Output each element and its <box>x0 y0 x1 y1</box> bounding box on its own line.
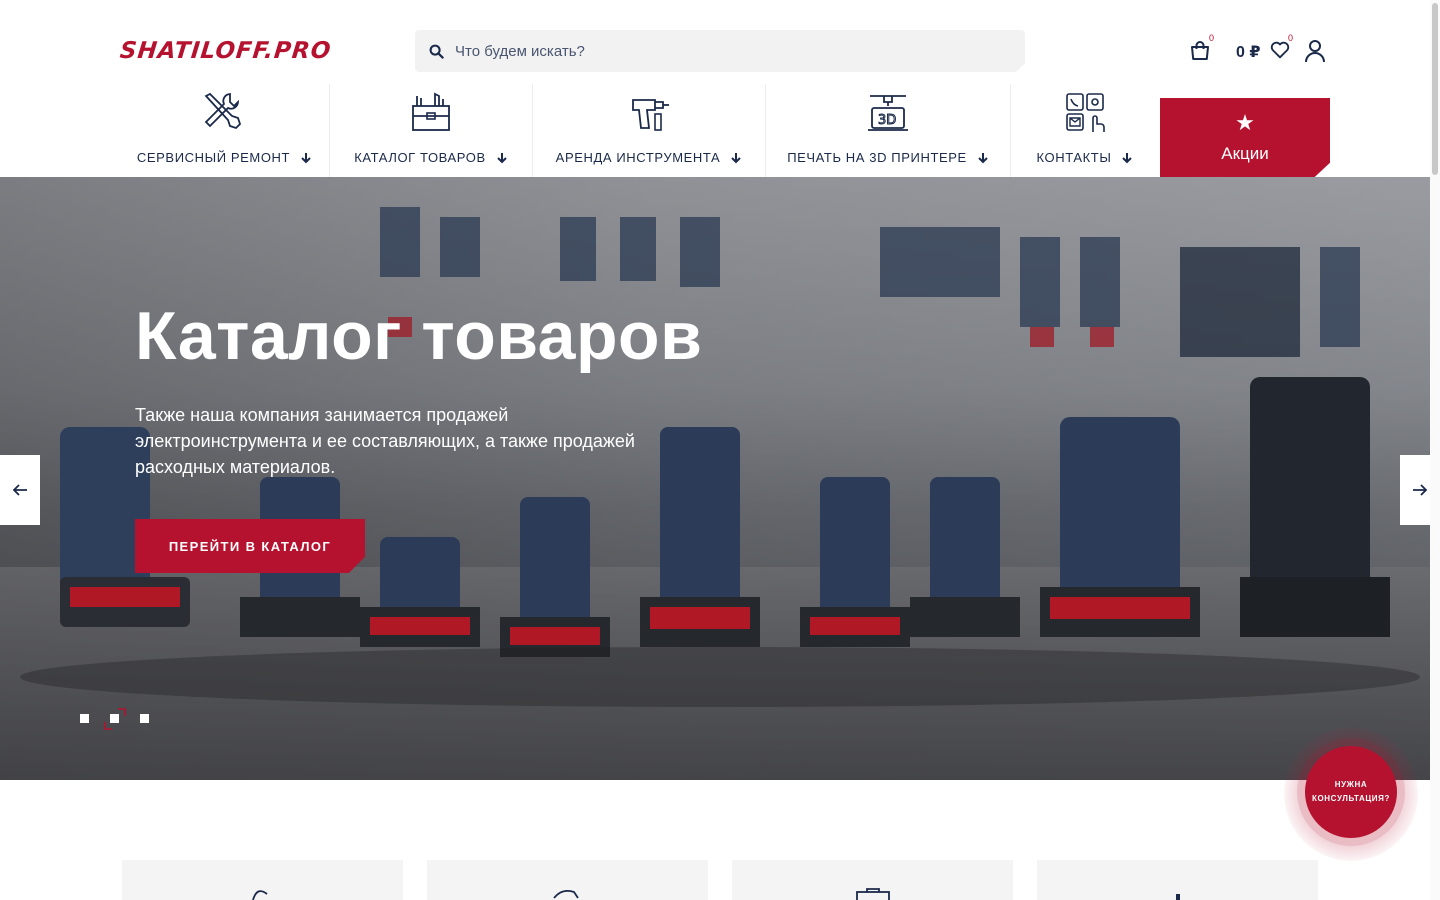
contacts-icon <box>1066 93 1105 132</box>
nav-label: СЕРВИСНЫЙ РЕМОНТ <box>137 150 312 165</box>
search-bar[interactable] <box>415 30 1025 72</box>
nav-item-service-repair[interactable]: СЕРВИСНЫЙ РЕМОНТ <box>120 84 329 177</box>
nav-item-3d-print[interactable]: 3D ПЕЧАТЬ НА 3D ПРИНТЕРЕ <box>766 84 1010 177</box>
arrow-down-icon <box>731 152 742 163</box>
nav-item-rental[interactable]: АРЕНДА ИНСТРУМЕНТА <box>533 84 765 177</box>
category-cards <box>0 860 1440 900</box>
site-header: SHATILOFF.PRO 0 0 ₽ 0 СЕРВИСНЫЙ РЕМОНТ К… <box>0 0 1440 177</box>
search-icon <box>429 44 444 59</box>
arrow-down-icon <box>301 152 311 163</box>
star-icon: ★ <box>1235 109 1255 135</box>
nav-label: КОНТАКТЫ <box>1037 150 1134 165</box>
main-nav: СЕРВИСНЫЙ РЕМОНТ КАТАЛОГ ТОВАРОВ АРЕНДА … <box>120 84 1330 177</box>
slider-dot[interactable] <box>140 714 149 723</box>
logo-text: SHATILOFF.PRO <box>118 38 333 64</box>
3d-printer-icon: 3D <box>868 95 908 131</box>
nav-label: КАТАЛОГ ТОВАРОВ <box>354 150 508 165</box>
category-icon <box>251 890 268 900</box>
go-to-catalog-button[interactable]: ПЕРЕЙТИ В КАТАЛОГ <box>135 519 365 573</box>
cart-count-badge: 0 <box>1209 33 1215 43</box>
site-logo[interactable]: SHATILOFF.PRO <box>118 38 333 64</box>
page-scrollbar[interactable] <box>1430 0 1440 900</box>
category-icon <box>552 889 579 899</box>
category-icon <box>855 888 890 900</box>
arrow-left-icon <box>12 484 27 496</box>
category-card[interactable] <box>732 860 1013 900</box>
search-input[interactable] <box>455 42 995 60</box>
category-icon <box>1175 894 1180 900</box>
slider-dot-active[interactable] <box>110 714 119 723</box>
category-card[interactable] <box>1037 860 1318 900</box>
arrow-down-icon <box>978 152 988 163</box>
promo-label: Акции <box>1221 143 1269 163</box>
toolbox-icon <box>412 92 450 131</box>
category-card[interactable] <box>122 860 403 900</box>
user-icon[interactable] <box>1303 38 1327 64</box>
arrow-down-icon <box>497 152 507 163</box>
scrollbar-thumb[interactable] <box>1432 3 1438 175</box>
consult-label: НУЖНА КОНСУЛЬТАЦИЯ? <box>1312 780 1390 803</box>
hero-title: Каталог товаров <box>135 298 703 374</box>
drill-icon <box>632 99 669 131</box>
slider-prev-button[interactable] <box>0 455 40 525</box>
hero-description: Также наша компания занимается продажей … <box>135 405 635 477</box>
category-card[interactable] <box>427 860 708 900</box>
arrow-down-icon <box>1122 152 1133 163</box>
slider-dot[interactable] <box>80 714 89 723</box>
nav-label: ПЕЧАТЬ НА 3D ПРИНТЕРЕ <box>787 150 989 165</box>
svg-text:3D: 3D <box>878 113 896 128</box>
consultation-button[interactable]: НУЖНА КОНСУЛЬТАЦИЯ? <box>1305 746 1397 838</box>
slider-pagination <box>80 708 160 730</box>
header-actions: 0 0 ₽ 0 <box>1185 33 1335 66</box>
tools-repair-icon <box>204 92 242 130</box>
nav-label: АРЕНДА ИНСТРУМЕНТА <box>556 150 743 165</box>
cart-total[interactable]: 0 ₽ <box>1236 42 1260 62</box>
arrow-right-icon <box>1413 484 1428 496</box>
hero-slider: Каталог товаров Также наша компания зани… <box>0 177 1440 780</box>
nav-item-contacts[interactable]: КОНТАКТЫ <box>1011 84 1159 177</box>
wishlist-count-badge: 0 <box>1288 33 1294 43</box>
nav-item-catalog[interactable]: КАТАЛОГ ТОВАРОВ <box>330 84 532 177</box>
promo-button[interactable]: ★ Акции <box>1160 98 1330 177</box>
